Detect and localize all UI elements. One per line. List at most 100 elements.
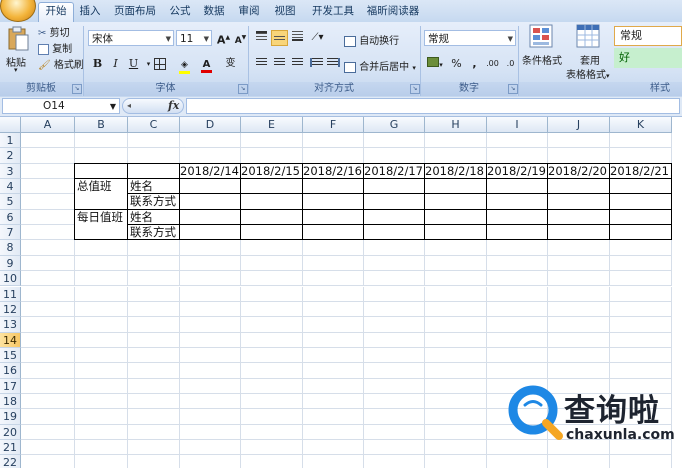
cell-a15[interactable] (21, 347, 75, 364)
cell-i6[interactable] (486, 208, 548, 226)
cell-j11[interactable] (548, 286, 610, 302)
row-header-2[interactable]: 2 (0, 148, 21, 164)
cell-d14[interactable] (180, 332, 241, 348)
cell-a8[interactable] (21, 240, 75, 256)
cell-d21[interactable] (180, 440, 241, 456)
cell-h12[interactable] (425, 301, 487, 318)
cell-e2[interactable] (241, 148, 303, 164)
cell-f3[interactable]: 2018/2/16 (302, 162, 364, 180)
cell-g20[interactable] (364, 424, 425, 440)
cell-k1[interactable] (610, 133, 672, 149)
tab-view[interactable]: 视图 (271, 3, 299, 20)
cell-g17[interactable] (364, 378, 425, 394)
cell-c17[interactable] (128, 378, 180, 394)
cell-k15[interactable] (610, 347, 672, 364)
cell-g21[interactable] (364, 440, 425, 456)
font-launcher-icon[interactable]: ↘ (238, 84, 248, 94)
cell-c9[interactable] (128, 255, 180, 272)
cell-a9[interactable] (21, 255, 75, 272)
cell-c12[interactable] (128, 301, 180, 318)
cell-g10[interactable] (364, 271, 425, 287)
format-painter-button[interactable]: 🖌 格式刷 (38, 56, 84, 72)
align-left-button[interactable] (253, 56, 270, 72)
cell-h17[interactable] (425, 378, 487, 394)
shrink-font-button[interactable]: A▼ (232, 30, 249, 46)
cell-h9[interactable] (425, 255, 487, 272)
cell-b21[interactable] (75, 440, 128, 456)
cell-b19[interactable] (75, 409, 128, 425)
cell-a18[interactable] (21, 393, 75, 410)
row-header-5[interactable]: 5 (0, 194, 21, 210)
row-header-3[interactable]: 3 (0, 163, 21, 180)
cell-g3[interactable]: 2018/2/17 (363, 162, 425, 180)
cell-k4[interactable] (609, 178, 672, 195)
cell-b15[interactable] (75, 347, 128, 364)
cell-b7[interactable] (74, 224, 128, 241)
cell-a13[interactable] (21, 317, 75, 333)
cell-b13[interactable] (75, 317, 128, 333)
cell-e5[interactable] (240, 193, 303, 210)
cell-g7[interactable] (363, 224, 425, 241)
cell-c2[interactable] (128, 148, 180, 164)
increase-indent-button[interactable] (325, 56, 342, 72)
alignment-launcher-icon[interactable]: ↘ (410, 84, 420, 94)
row-header-8[interactable]: 8 (0, 240, 21, 256)
paste-button[interactable] (6, 25, 30, 55)
cell-c20[interactable] (128, 424, 180, 440)
cell-h6[interactable] (424, 208, 487, 226)
cell-c16[interactable] (128, 363, 180, 379)
column-header-c[interactable]: C (128, 117, 180, 133)
cell-e10[interactable] (241, 271, 303, 287)
cell-a22[interactable] (21, 455, 75, 468)
cell-b20[interactable] (75, 424, 128, 440)
cell-e20[interactable] (241, 424, 303, 440)
cell-i13[interactable] (487, 317, 548, 333)
cell-f1[interactable] (303, 133, 364, 149)
cell-b16[interactable] (75, 363, 128, 379)
cell-h20[interactable] (425, 424, 487, 440)
align-center-button[interactable] (271, 56, 288, 72)
cell-h3[interactable]: 2018/2/18 (424, 162, 487, 180)
cell-e18[interactable] (241, 393, 303, 410)
cell-c5[interactable]: 联系方式 (127, 193, 180, 210)
cell-f18[interactable] (303, 393, 364, 410)
cell-c1[interactable] (128, 133, 180, 149)
cell-d11[interactable] (180, 286, 241, 302)
align-top-button[interactable] (253, 30, 270, 46)
cell-h21[interactable] (425, 440, 487, 456)
cell-c10[interactable] (128, 271, 180, 287)
cell-a21[interactable] (21, 440, 75, 456)
cell-a14[interactable] (21, 332, 75, 348)
grow-font-button[interactable]: A▲ (215, 30, 232, 47)
align-bottom-button[interactable] (289, 30, 306, 46)
cell-k8[interactable] (610, 240, 672, 256)
cell-g1[interactable] (364, 133, 425, 149)
cell-k13[interactable] (610, 317, 672, 333)
cell-b2[interactable] (75, 148, 128, 164)
cell-g2[interactable] (364, 148, 425, 164)
row-header-16[interactable]: 16 (0, 363, 21, 379)
cell-k9[interactable] (610, 255, 672, 272)
row-header-7[interactable]: 7 (0, 225, 21, 241)
cell-d15[interactable] (180, 347, 241, 364)
cell-h22[interactable] (425, 455, 487, 468)
cell-g5[interactable] (363, 193, 425, 210)
cell-d20[interactable] (180, 424, 241, 440)
cell-g11[interactable] (364, 286, 425, 302)
cell-f15[interactable] (303, 347, 364, 364)
row-header-22[interactable]: 22 (0, 455, 21, 468)
tab-insert[interactable]: 插入 (76, 3, 104, 20)
cell-d4[interactable] (179, 178, 241, 195)
cell-a3[interactable] (21, 163, 75, 180)
cell-j1[interactable] (548, 133, 610, 149)
cell-f17[interactable] (303, 378, 364, 394)
cell-a16[interactable] (21, 363, 75, 379)
format-as-table-button[interactable]: 表格格式▾ (566, 66, 610, 81)
cell-e17[interactable] (241, 378, 303, 394)
cell-d1[interactable] (180, 133, 241, 149)
cell-f11[interactable] (303, 286, 364, 302)
column-header-f[interactable]: F (303, 117, 364, 133)
cell-f20[interactable] (303, 424, 364, 440)
row-header-15[interactable]: 15 (0, 347, 21, 364)
cell-d13[interactable] (180, 317, 241, 333)
